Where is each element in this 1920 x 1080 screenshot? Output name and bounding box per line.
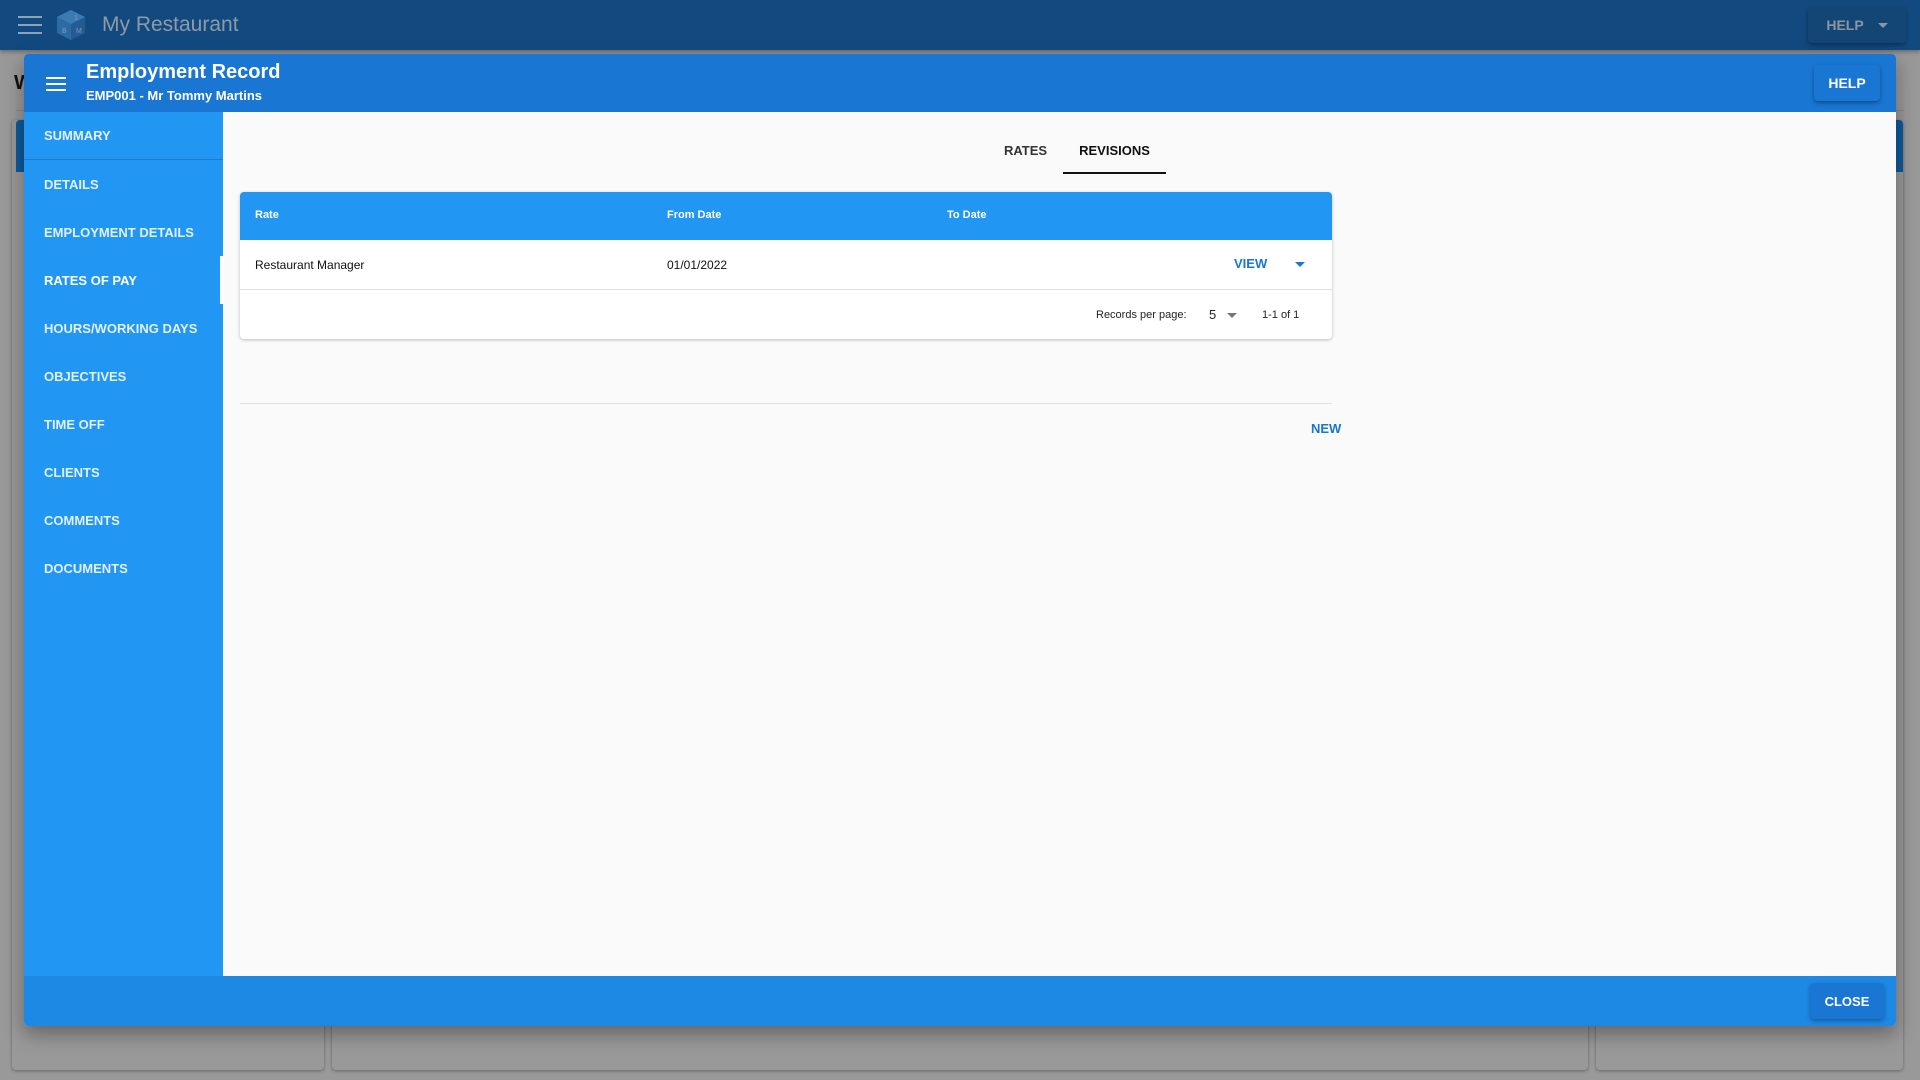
sidebar-item-employment-details[interactable]: EMPLOYMENT DETAILS: [24, 208, 223, 256]
column-header-to-date[interactable]: To Date: [947, 209, 987, 221]
dialog-title: Employment Record: [86, 61, 281, 83]
svg-text:B: B: [62, 28, 67, 35]
app-bar: 1 B M My Restaurant HELP: [0, 0, 1920, 50]
pagination-range: 1-1 of 1: [1262, 309, 1300, 321]
row-actions-dropdown-icon[interactable]: [1295, 262, 1305, 267]
sidebar-item-details[interactable]: DETAILS: [24, 160, 223, 208]
cell-rate: Restaurant Manager: [255, 258, 365, 272]
dialog-help-button[interactable]: HELP: [1814, 65, 1880, 101]
sidebar-item-rates-of-pay[interactable]: RATES OF PAY: [24, 256, 223, 304]
tab-bar: RATES REVISIONS: [988, 126, 1166, 174]
records-per-page-label: Records per page:: [1096, 309, 1187, 321]
table-header: Rate From Date To Date: [240, 192, 1332, 240]
sidebar-item-documents[interactable]: DOCUMENTS: [24, 544, 223, 592]
cell-from-date: 01/01/2022: [667, 258, 728, 272]
dialog-footer: CLOSE: [24, 976, 1896, 1026]
dialog-subtitle: EMP001 - Mr Tommy Martins: [86, 88, 263, 103]
app-help-label: HELP: [1826, 17, 1864, 33]
sidebar-item-clients[interactable]: CLIENTS: [24, 448, 223, 496]
column-header-rate[interactable]: Rate: [255, 209, 279, 221]
dialog-content: RATES REVISIONS Rate From Date To Date R…: [223, 112, 1896, 976]
app-title: My Restaurant: [102, 13, 239, 36]
close-button[interactable]: CLOSE: [1810, 983, 1884, 1019]
sidebar-item-hours-working-days[interactable]: HOURS/WORKING DAYS: [24, 304, 223, 352]
svg-text:M: M: [76, 28, 82, 35]
view-button[interactable]: VIEW: [1234, 256, 1267, 271]
divider: [240, 403, 1332, 404]
new-button[interactable]: NEW: [1311, 421, 1341, 436]
sidebar-item-time-off[interactable]: TIME OFF: [24, 400, 223, 448]
app-help-button[interactable]: HELP: [1808, 7, 1906, 43]
table-pagination: Records per page: 5 1-1 of 1: [240, 290, 1332, 339]
employment-record-dialog: Employment Record EMP001 - Mr Tommy Mart…: [24, 54, 1896, 1026]
app-menu-icon[interactable]: [18, 16, 42, 34]
dialog-menu-icon[interactable]: [46, 77, 66, 91]
sidebar-item-objectives[interactable]: OBJECTIVES: [24, 352, 223, 400]
sidebar-item-summary[interactable]: SUMMARY: [24, 112, 223, 160]
records-per-page-select[interactable]: 5: [1209, 307, 1216, 322]
tab-rates[interactable]: RATES: [988, 126, 1063, 174]
logo-cube-icon: 1 B M: [57, 10, 85, 40]
dialog-sidebar: SUMMARY DETAILS EMPLOYMENT DETAILS RATES…: [24, 112, 223, 976]
table-row: Restaurant Manager 01/01/2022 VIEW: [240, 240, 1332, 290]
chevron-down-icon: [1877, 22, 1888, 28]
chevron-down-icon[interactable]: [1227, 313, 1237, 318]
column-header-from-date[interactable]: From Date: [667, 209, 721, 221]
tab-revisions[interactable]: REVISIONS: [1063, 126, 1166, 174]
sidebar-item-comments[interactable]: COMMENTS: [24, 496, 223, 544]
svg-text:1: 1: [74, 15, 78, 22]
dialog-header: Employment Record EMP001 - Mr Tommy Mart…: [24, 54, 1896, 112]
revisions-table: Rate From Date To Date Restaurant Manage…: [240, 192, 1332, 339]
